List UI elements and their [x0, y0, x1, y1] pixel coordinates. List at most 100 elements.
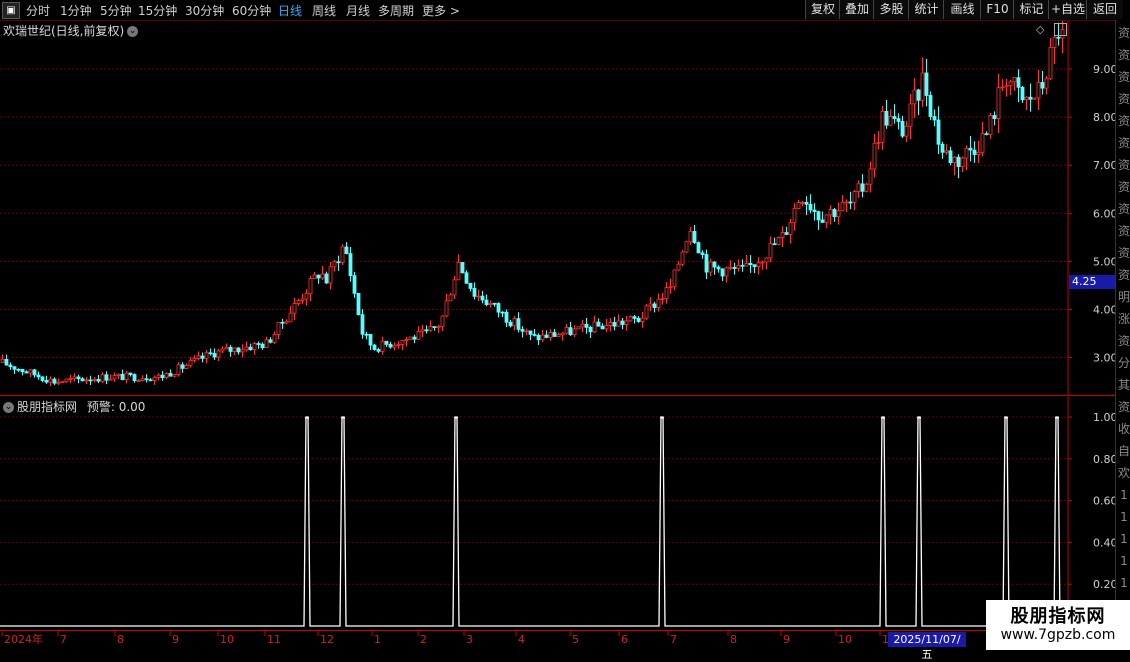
strip-item[interactable]: 欢 — [1117, 466, 1130, 480]
strip-item[interactable]: 资 — [1117, 400, 1130, 414]
period-tab[interactable]: 分时 — [26, 2, 50, 19]
candle-body — [684, 241, 689, 253]
date-label: 8 — [117, 633, 124, 646]
candle-body — [416, 330, 421, 340]
candle-body — [560, 332, 565, 336]
period-tab[interactable]: 周线 — [312, 2, 336, 19]
strip-item[interactable]: 1 — [1117, 488, 1130, 502]
alert-value: 预警: 0.00 — [86, 400, 146, 414]
strip-item[interactable]: 资 — [1117, 26, 1130, 40]
strip-item[interactable]: 资 — [1117, 180, 1130, 194]
strip-item[interactable]: 资 — [1117, 114, 1130, 128]
period-tab[interactable]: 月线 — [346, 2, 370, 19]
toolbar-button[interactable]: 画线 — [943, 0, 981, 19]
period-tab[interactable]: 30分钟 — [185, 2, 224, 19]
strip-item[interactable]: 1 — [1117, 576, 1130, 590]
strip-item[interactable]: 资 — [1117, 158, 1130, 172]
toolbar-button[interactable]: 叠加 — [839, 0, 874, 19]
toolbar-button[interactable]: F10 — [980, 0, 1014, 19]
strip-item[interactable]: 资 — [1117, 70, 1130, 84]
candle-body — [1056, 36, 1061, 39]
candle-body — [704, 254, 709, 273]
strip-item[interactable]: 其 — [1117, 378, 1130, 392]
period-tab[interactable]: 日线 — [278, 2, 302, 19]
candle-body — [292, 303, 297, 314]
candle-body — [208, 352, 213, 355]
strip-item[interactable]: 资 — [1117, 92, 1130, 106]
strip-item[interactable]: 1 — [1117, 510, 1130, 524]
toolbar-button[interactable]: 复权 — [805, 0, 840, 19]
toolbar-button[interactable]: 标记 — [1013, 0, 1049, 19]
indicator-chart[interactable]: 0.20 0.40 0.60 0.80 1.00 — [0, 397, 1115, 630]
period-tab[interactable]: 60分钟 — [232, 2, 271, 19]
strip-item[interactable]: 资 — [1117, 48, 1130, 62]
candle-body — [344, 246, 349, 254]
strip-item[interactable]: 资 — [1117, 268, 1130, 282]
candle-body — [800, 201, 805, 204]
candle-body — [396, 344, 401, 346]
candle-body — [776, 237, 781, 245]
period-tab[interactable]: 更多 > — [422, 2, 460, 19]
candlestick-chart[interactable]: 3.00 4.00 5.00 6.00 7.00 8.00 9.00 — [0, 21, 1115, 396]
strip-item[interactable]: 资 — [1117, 202, 1130, 216]
strip-item[interactable]: 1 — [1117, 532, 1130, 546]
toolbar-button[interactable]: +自选 — [1048, 0, 1087, 19]
candle-body — [496, 303, 501, 313]
current-price-tag: 4.25 — [1069, 275, 1121, 289]
candle-body — [920, 72, 925, 101]
candle-body — [452, 279, 457, 296]
candle-body — [824, 214, 829, 223]
candle-body — [792, 207, 797, 224]
date-label: 11 — [267, 633, 281, 646]
toolbar-button[interactable]: 返回 — [1086, 0, 1123, 19]
candle-body — [772, 243, 777, 246]
strip-item[interactable]: 资 — [1117, 136, 1130, 150]
strip-item[interactable]: 资 — [1117, 334, 1130, 348]
candle-body — [448, 294, 453, 302]
strip-item[interactable]: 明 — [1117, 290, 1130, 304]
candle-body — [380, 340, 385, 352]
candle-body — [204, 352, 209, 359]
strip-item[interactable]: 资 — [1117, 224, 1130, 238]
candle-body — [428, 326, 433, 331]
toolbar-button[interactable]: 统计 — [908, 0, 944, 19]
y-tick-label: 1.00 — [1093, 411, 1115, 424]
chevron-down-icon[interactable]: ⌄ — [3, 402, 14, 413]
strip-item[interactable]: 收 — [1117, 422, 1130, 436]
panel-toggle-icon[interactable] — [1054, 23, 1067, 36]
candle-body — [768, 243, 773, 259]
candle-body — [484, 299, 489, 305]
y-tick-label: 0.60 — [1093, 495, 1115, 508]
layout-toggle-icon[interactable]: ▣ — [2, 2, 20, 19]
candle-body — [1044, 78, 1049, 89]
candle-body — [1040, 82, 1045, 89]
strip-item[interactable]: 涨 — [1117, 312, 1130, 326]
date-label: 6 — [621, 633, 628, 646]
strip-item[interactable]: 分 — [1117, 356, 1130, 370]
period-tab[interactable]: 15分钟 — [138, 2, 177, 19]
candle-body — [944, 150, 949, 153]
candle-body — [184, 364, 189, 369]
period-tab[interactable]: 多周期 — [378, 2, 414, 19]
right-side-strip[interactable]: 资资资资资资资资资资资资明涨资分其资收自欢11111 — [1115, 20, 1130, 630]
candle-body — [1024, 96, 1029, 101]
period-tab[interactable]: 1分钟 — [60, 2, 92, 19]
strip-item[interactable]: 自 — [1117, 444, 1130, 458]
candle-body — [888, 116, 893, 126]
diamond-icon[interactable]: ◇ — [1036, 23, 1044, 36]
candle-body — [852, 191, 857, 203]
stock-title: 欢瑞世纪(日线,前复权) — [3, 24, 125, 38]
chevron-down-icon[interactable]: ⌄ — [127, 26, 139, 37]
candle-body — [280, 321, 285, 324]
candle-body — [992, 115, 997, 119]
candle-body — [216, 350, 221, 358]
candle-body — [436, 326, 441, 329]
strip-item[interactable]: 资 — [1117, 246, 1130, 260]
candle-body — [196, 355, 201, 359]
strip-item[interactable]: 1 — [1117, 554, 1130, 568]
toolbar-button[interactable]: 多股 — [873, 0, 909, 19]
signal-pulse — [660, 417, 664, 419]
candle-body — [276, 321, 281, 335]
period-tab[interactable]: 5分钟 — [100, 2, 132, 19]
candle-body — [752, 264, 757, 267]
